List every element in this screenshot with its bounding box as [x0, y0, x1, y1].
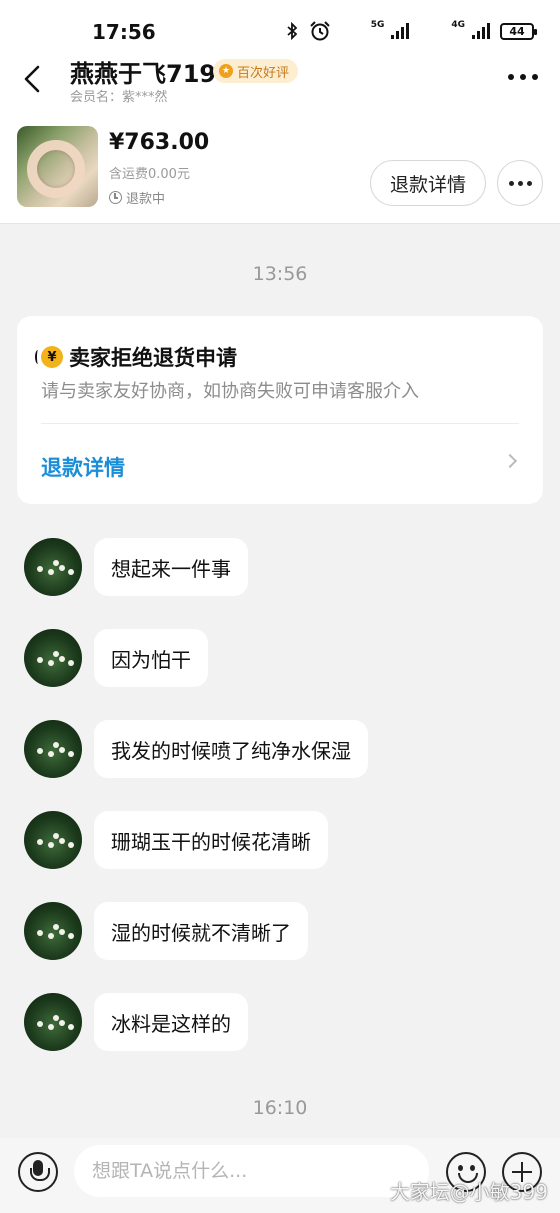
- chat-message: 因为怕干: [24, 629, 208, 687]
- avatar[interactable]: [24, 538, 82, 596]
- message-bubble[interactable]: 珊瑚玉干的时候花清晰: [94, 811, 328, 869]
- back-arrow-icon[interactable]: [20, 64, 46, 94]
- product-price: ¥763.00: [109, 130, 210, 155]
- chat-message: 冰料是这样的: [24, 993, 248, 1051]
- network-type-label: 5G: [370, 20, 385, 30]
- message-bubble[interactable]: 我发的时候喷了纯净水保湿: [94, 720, 368, 778]
- message-bubble[interactable]: 因为怕干: [94, 629, 208, 687]
- signal-icon: [391, 23, 410, 39]
- avatar[interactable]: [24, 811, 82, 869]
- medal-icon: ★: [219, 64, 233, 78]
- chat-message: 湿的时候就不清晰了: [24, 902, 308, 960]
- battery-icon: 44: [500, 22, 537, 40]
- chat-timestamp: 16:10: [252, 1097, 308, 1119]
- divider: [41, 423, 519, 424]
- avatar[interactable]: [24, 993, 82, 1051]
- message-bubble[interactable]: 冰料是这样的: [94, 993, 248, 1051]
- signal-icon: [472, 23, 490, 39]
- chat-message: 想起来一件事: [24, 538, 248, 596]
- refund-details-link[interactable]: 退款详情: [41, 452, 125, 482]
- member-name: 会员名：紫***然: [70, 90, 168, 105]
- message-bubble[interactable]: 湿的时候就不清晰了: [94, 902, 308, 960]
- watermark: 大家坛@小敏399: [389, 1180, 548, 1204]
- refund-details-button[interactable]: 退款详情: [370, 160, 486, 206]
- shipping-fee: 含运费0.00元: [109, 167, 190, 182]
- message-input[interactable]: [74, 1145, 429, 1197]
- battery-level: 44: [509, 24, 525, 38]
- product-card[interactable]: ¥763.00 含运费0.00元 退款中 退款详情: [0, 112, 560, 224]
- bluetooth-icon: [287, 22, 298, 40]
- more-dots-icon[interactable]: [508, 74, 538, 80]
- alarm-icon: [309, 21, 330, 41]
- refund-notice-card: ¥ 卖家拒绝退货申请 请与卖家友好协商，如协商失败可申请客服介入 退款详情: [17, 316, 543, 504]
- refund-status-label: 退款中: [126, 192, 166, 207]
- notice-title: ¥ 卖家拒绝退货申请: [35, 342, 237, 372]
- chat-timestamp: 13:56: [252, 263, 308, 285]
- chat-header: 燕燕于飞719 ★ 百次好评 会员名：紫***然: [0, 50, 560, 112]
- rating-badge-label: 百次好评: [237, 65, 290, 81]
- chevron-right-icon[interactable]: [502, 453, 518, 469]
- network-type-label: 4G: [451, 20, 465, 30]
- avatar[interactable]: [24, 720, 82, 778]
- notice-title-text: 卖家拒绝退货申请: [69, 346, 237, 370]
- message-bubble[interactable]: 想起来一件事: [94, 538, 248, 596]
- notice-description: 请与卖家友好协商，如协商失败可申请客服介入: [41, 381, 419, 402]
- status-icons: 5G 4G 44: [285, 20, 537, 42]
- rating-badge: ★ 百次好评: [213, 59, 299, 83]
- refund-status: 退款中: [109, 188, 165, 207]
- status-time: 17:56: [92, 20, 156, 44]
- product-thumbnail[interactable]: [17, 126, 98, 207]
- chat-message: 珊瑚玉干的时候花清晰: [24, 811, 328, 869]
- avatar[interactable]: [24, 629, 82, 687]
- avatar[interactable]: [24, 902, 82, 960]
- more-options-button[interactable]: [497, 160, 543, 206]
- chat-message: 我发的时候喷了纯净水保湿: [24, 720, 368, 778]
- microphone-icon[interactable]: [18, 1152, 58, 1192]
- clock-icon: [109, 191, 122, 204]
- shop-name: 燕燕于飞719: [70, 60, 217, 88]
- yen-coin-icon: ¥: [35, 346, 63, 368]
